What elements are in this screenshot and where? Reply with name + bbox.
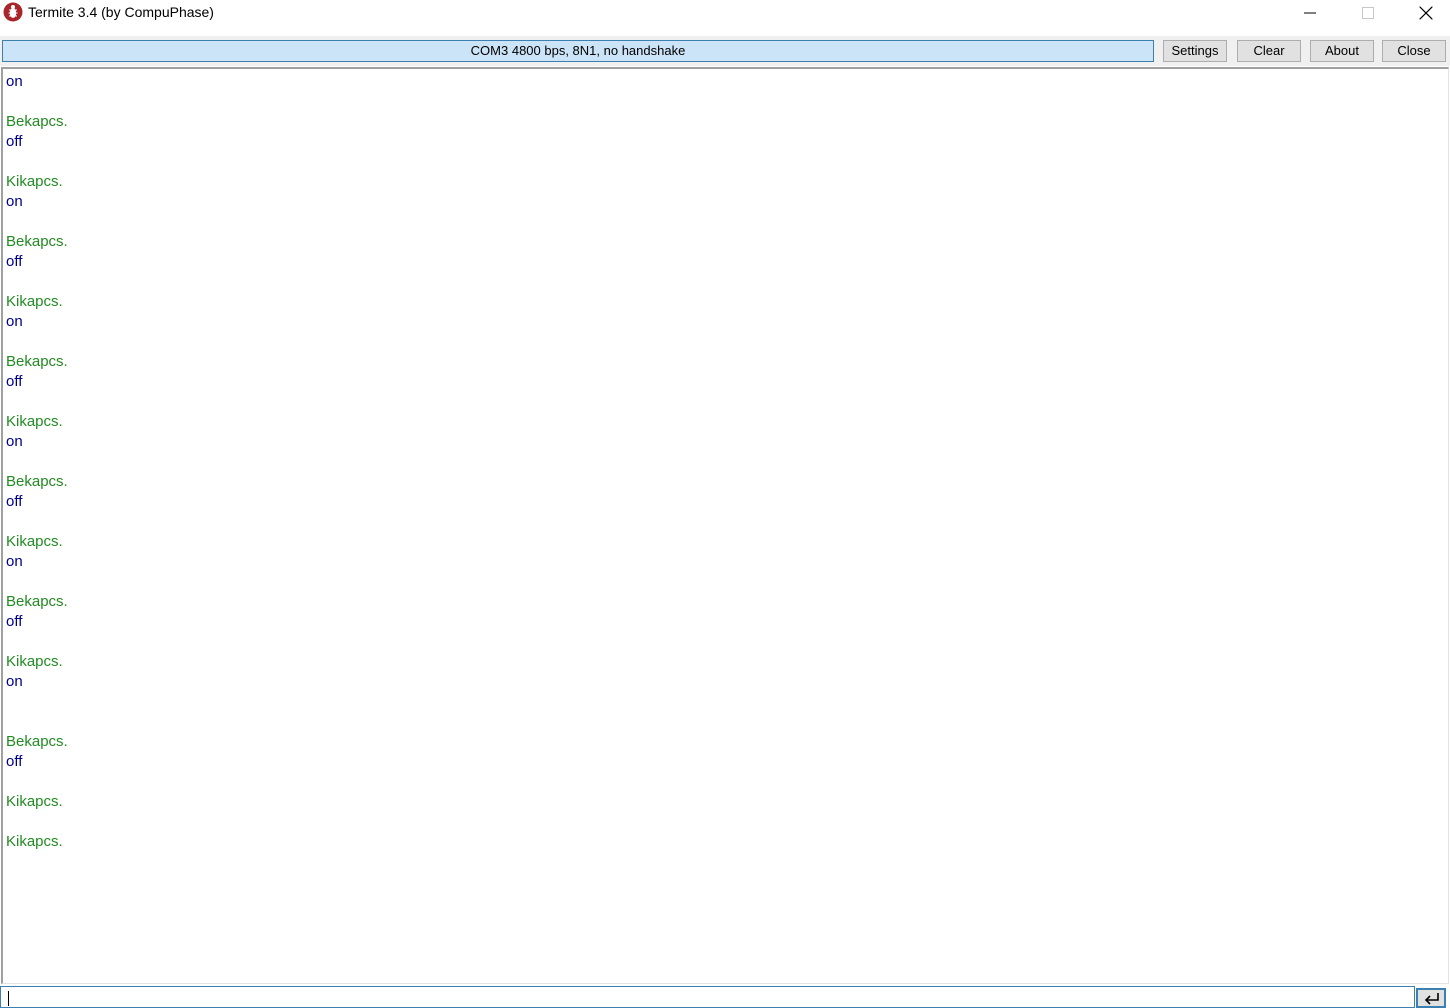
terminal-line: Kikapcs. — [6, 653, 63, 670]
terminal-output[interactable]: on Bekapcs. off Kikapcs. on Bekapcs. off… — [1, 67, 1449, 984]
terminal-line: off — [6, 253, 23, 270]
window-title: Termite 3.4 (by CompuPhase) — [28, 4, 214, 20]
clear-button[interactable]: Clear — [1237, 40, 1301, 62]
settings-button[interactable]: Settings — [1163, 40, 1227, 62]
maximize-icon — [1362, 7, 1374, 19]
terminal-line: off — [6, 373, 23, 390]
terminal-line: on — [6, 193, 23, 210]
terminal-line: Bekapcs. — [6, 233, 68, 250]
send-input-wrapper — [0, 986, 1415, 1008]
terminal-line: Bekapcs. — [6, 733, 68, 750]
port-status-bar[interactable]: COM3 4800 bps, 8N1, no handshake — [2, 40, 1154, 62]
terminal-line: off — [6, 493, 23, 510]
maximize-button[interactable] — [1339, 0, 1397, 26]
terminal-line: off — [6, 753, 23, 770]
enter-icon — [1424, 993, 1439, 1005]
terminal-line: Bekapcs. — [6, 473, 68, 490]
terminal-line: off — [6, 613, 23, 630]
terminal-line: on — [6, 313, 23, 330]
terminal-line: Bekapcs. — [6, 593, 68, 610]
about-button[interactable]: About — [1310, 40, 1374, 62]
minimize-button[interactable] — [1281, 0, 1339, 26]
text-caret — [8, 991, 9, 1006]
close-button[interactable]: Close — [1382, 40, 1446, 62]
terminal-line: off — [6, 133, 23, 150]
minimize-icon — [1304, 12, 1316, 14]
toolbar: COM3 4800 bps, 8N1, no handshake Setting… — [0, 36, 1450, 66]
title-bar: Termite 3.4 (by CompuPhase) — [0, 0, 1450, 34]
terminal-line: Kikapcs. — [6, 413, 63, 430]
close-icon — [1419, 6, 1433, 20]
terminal-line: on — [6, 73, 23, 90]
send-button[interactable] — [1416, 988, 1446, 1008]
terminal-line: on — [6, 433, 23, 450]
termite-app-icon[interactable] — [3, 2, 23, 22]
terminal-line: Kikapcs. — [6, 173, 63, 190]
terminal-line: Kikapcs. — [6, 793, 63, 810]
terminal-line: Kikapcs. — [6, 833, 63, 850]
close-window-button[interactable] — [1397, 0, 1450, 26]
terminal-line: on — [6, 553, 23, 570]
send-input[interactable] — [1, 987, 1414, 1007]
terminal-line: Bekapcs. — [6, 353, 68, 370]
termite-window: Termite 3.4 (by CompuPhase) COM3 4800 bp… — [0, 0, 1450, 1008]
terminal-line: on — [6, 673, 23, 690]
terminal-line: Kikapcs. — [6, 293, 63, 310]
terminal-line: Kikapcs. — [6, 533, 63, 550]
terminal-line: Bekapcs. — [6, 113, 68, 130]
